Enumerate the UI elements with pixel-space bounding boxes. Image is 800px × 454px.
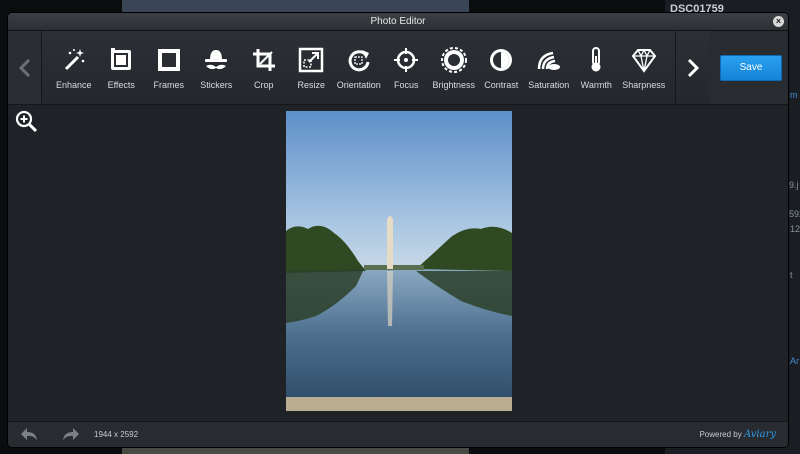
tool-label: Contrast: [484, 80, 519, 90]
toolbar: Enhance Effects Frames Stickers Crop Res…: [8, 31, 788, 105]
tool-focus[interactable]: Focus: [383, 31, 431, 104]
background-fragment: 12: [790, 224, 800, 234]
tool-contrast[interactable]: Contrast: [478, 31, 526, 104]
chevron-left-icon: [18, 58, 30, 77]
image-dimensions: 1944 x 2592: [94, 430, 139, 439]
tool-label: Focus: [393, 80, 419, 90]
save-button[interactable]: Save: [720, 55, 782, 81]
tool-resize[interactable]: Resize: [288, 31, 336, 104]
tool-enhance[interactable]: Enhance: [50, 31, 98, 104]
background-link[interactable]: Ar: [790, 356, 799, 366]
tool-strip: Enhance Effects Frames Stickers Crop Res…: [50, 31, 670, 104]
background-fragment: 9.j: [789, 180, 799, 190]
redo-icon: [63, 428, 79, 440]
tool-label: Saturation: [528, 80, 570, 90]
save-area: Save: [709, 31, 788, 104]
tool-label: Frames: [153, 80, 184, 90]
status-bar: 1944 x 2592 Powered by Aviary: [8, 421, 788, 447]
saturation-icon: [537, 51, 560, 70]
diamond-icon: [631, 48, 657, 73]
frame-icon: [157, 49, 180, 71]
tool-label: Sharpness: [622, 80, 666, 90]
aviary-logo[interactable]: Aviary: [744, 429, 776, 440]
tool-label: Brightness: [432, 80, 476, 90]
tool-orientation[interactable]: Orientation: [335, 31, 383, 104]
tool-saturation[interactable]: Saturation: [525, 31, 573, 104]
tool-sharpness[interactable]: Sharpness: [620, 31, 668, 104]
background-strip: [122, 446, 469, 454]
mustache-hat-icon: [205, 50, 228, 70]
thermometer-icon: [591, 47, 601, 72]
photo-preview[interactable]: [286, 111, 512, 411]
zoom-in-button[interactable]: [15, 110, 38, 137]
rotate-icon: [348, 50, 370, 72]
contrast-icon: [490, 49, 513, 71]
background-fragment: m: [790, 90, 798, 100]
undo-button[interactable]: [20, 427, 38, 446]
tool-effects[interactable]: Effects: [98, 31, 146, 104]
powered-by-label: Powered by: [699, 430, 742, 439]
scroll-right-button[interactable]: [675, 31, 710, 104]
window-titlebar: Photo Editor ×: [8, 13, 788, 31]
tool-stickers[interactable]: Stickers: [193, 31, 241, 104]
tool-label: Crop: [253, 80, 274, 90]
tool-label: Stickers: [200, 80, 233, 90]
background-fragment: 592: [789, 209, 800, 219]
tool-label: Enhance: [55, 80, 92, 90]
background-fragment: t: [790, 270, 793, 280]
chevron-right-icon: [687, 58, 699, 77]
tool-label: Warmth: [580, 80, 612, 90]
photo-image: [286, 111, 512, 411]
sun-icon: [440, 47, 467, 73]
tool-label: Effects: [107, 80, 135, 90]
resize-icon: [299, 47, 324, 73]
focus-icon: [394, 48, 419, 72]
window-title: Photo Editor: [370, 16, 426, 27]
tool-frames[interactable]: Frames: [145, 31, 193, 104]
close-button[interactable]: ×: [773, 16, 784, 27]
image-canvas: [8, 105, 788, 421]
crop-icon: [252, 49, 275, 71]
background-strip: [122, 0, 469, 12]
photo-editor-dialog: Photo Editor × Enhance Effects Frames St…: [8, 13, 788, 447]
powered-by: Powered by Aviary: [699, 429, 776, 440]
tool-warmth[interactable]: Warmth: [573, 31, 621, 104]
magic-wand-icon: [64, 49, 85, 71]
redo-button[interactable]: [62, 427, 80, 446]
scroll-left-button[interactable]: [8, 31, 42, 104]
tool-label: Orientation: [336, 80, 381, 90]
tool-brightness[interactable]: Brightness: [430, 31, 478, 104]
zoom-in-icon: [15, 110, 38, 133]
tool-crop[interactable]: Crop: [240, 31, 288, 104]
undo-icon: [21, 428, 37, 440]
tool-label: Resize: [297, 80, 325, 90]
film-icon: [111, 48, 132, 70]
